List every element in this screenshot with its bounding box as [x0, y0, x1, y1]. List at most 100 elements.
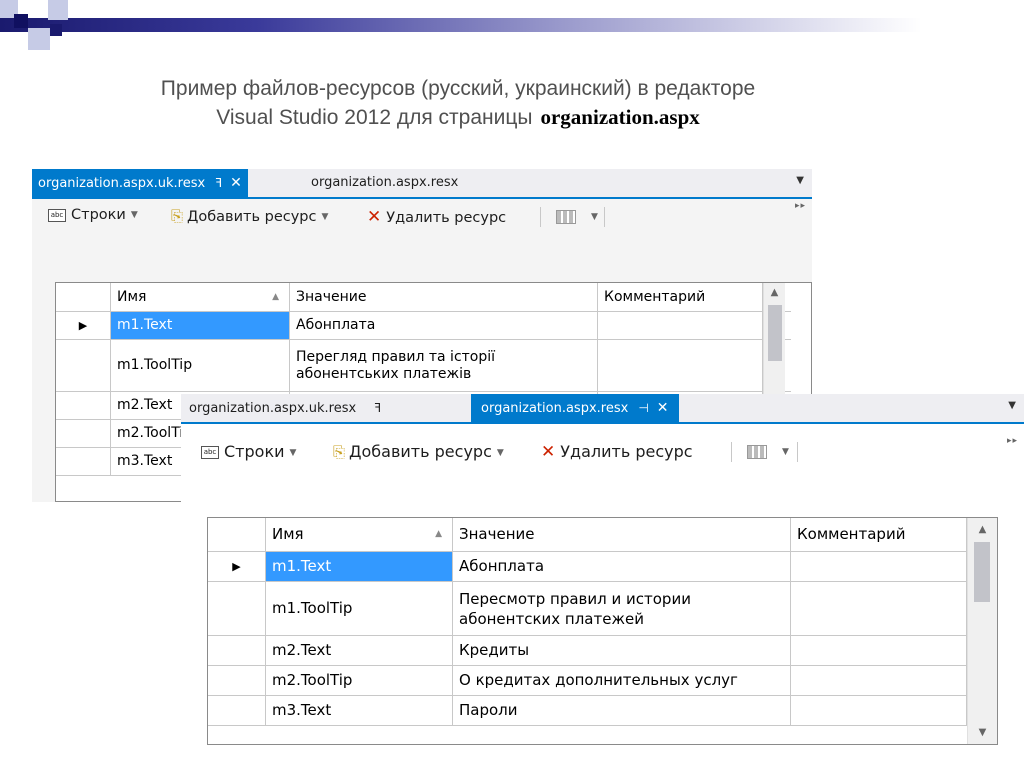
toolbar-overflow-icon[interactable]: ▸▸	[1007, 436, 1018, 446]
scroll-down-icon[interactable]: ▼	[968, 727, 997, 738]
tab-label: organization.aspx.uk.resx	[189, 401, 357, 416]
cell-comment[interactable]	[598, 312, 763, 339]
tab-strip: organization.aspx.uk.resx ꟻ ✕ organization…	[32, 169, 812, 199]
pin-icon[interactable]: ꟻ	[374, 401, 381, 415]
new-resource-icon: ⎘	[333, 443, 346, 461]
tab-label: organization.aspx.resx	[481, 401, 629, 416]
row-marker[interactable]: ▶	[56, 312, 111, 339]
chevron-down-icon[interactable]: ▼	[782, 447, 789, 457]
row-marker[interactable]	[56, 340, 111, 391]
column-header-value[interactable]: Значение	[290, 283, 598, 311]
delete-resource-button[interactable]: ✕ Удалить ресурс	[367, 207, 506, 227]
close-icon[interactable]: ✕	[230, 175, 242, 191]
cell-comment[interactable]	[791, 552, 967, 581]
cell-name[interactable]: m1.ToolTip	[266, 582, 453, 635]
scrollbar-thumb[interactable]	[768, 305, 782, 361]
slide-title: Пример файлов-ресурсов (русский, украинс…	[0, 75, 916, 132]
cell-name[interactable]: m1.Text	[111, 312, 290, 339]
scroll-up-icon[interactable]: ▲	[968, 524, 997, 535]
grid-header-row: Имя ▲ Значение Комментарий	[208, 518, 974, 552]
new-resource-icon: ⎘	[171, 207, 184, 225]
cell-comment[interactable]	[598, 340, 763, 391]
column-header-name[interactable]: Имя ▲	[266, 518, 453, 551]
scrollbar-thumb[interactable]	[974, 542, 990, 602]
table-row[interactable]: m2.Text Кредиты	[208, 636, 974, 666]
strings-dropdown[interactable]: abc Строки ▼	[48, 207, 138, 223]
tab-resx[interactable]: organization.aspx.resx ⊣ ✕	[471, 394, 679, 422]
close-icon[interactable]: ✕	[657, 400, 669, 416]
tab-dropdown-icon[interactable]: ▼	[1008, 400, 1016, 411]
chevron-down-icon[interactable]: ▼	[591, 212, 598, 222]
strings-dropdown[interactable]: abc Строки ▼	[201, 442, 296, 461]
cell-comment[interactable]	[791, 582, 967, 635]
cell-value[interactable]: Перегляд правил та історії абонентських …	[290, 340, 598, 391]
add-resource-button[interactable]: ⎘ Добавить ресурс ▼	[171, 207, 328, 225]
cell-comment[interactable]	[791, 636, 967, 665]
cell-comment[interactable]	[791, 666, 967, 695]
table-row[interactable]: m2.ToolTip О кредитах дополнительных усл…	[208, 666, 974, 696]
column-header-value[interactable]: Значение	[453, 518, 791, 551]
column-header-label: Имя	[272, 525, 304, 543]
grid-view-icon[interactable]	[747, 445, 767, 459]
vertical-scrollbar[interactable]: ▲ ▼	[967, 518, 997, 744]
toolbar-separator	[540, 207, 541, 227]
slide-title-text: Visual Studio 2012 для страницы	[216, 106, 533, 129]
row-marker[interactable]	[208, 696, 266, 725]
add-resource-label: Добавить ресурс	[349, 442, 492, 461]
tab-label: organization.aspx.resx	[311, 175, 459, 190]
table-row[interactable]: m1.ToolTip Перегляд правил та історії аб…	[56, 340, 791, 392]
abc-icon: abc	[201, 446, 219, 459]
row-marker[interactable]	[56, 420, 111, 447]
delete-resource-button[interactable]: ✕ Удалить ресурс	[541, 442, 693, 462]
cell-name[interactable]: m2.Text	[266, 636, 453, 665]
grid-view-icon[interactable]	[556, 210, 576, 224]
cell-value[interactable]: О кредитах дополнительных услуг	[453, 666, 791, 695]
slide-title-filename: organization.aspx	[540, 105, 700, 129]
delete-x-icon: ✕	[541, 442, 556, 462]
scroll-up-icon[interactable]: ▲	[764, 287, 785, 298]
table-row[interactable]: m1.ToolTip Пересмотр правил и истории аб…	[208, 582, 974, 636]
tab-resx[interactable]: organization.aspx.resx	[305, 169, 464, 197]
column-header-name[interactable]: Имя ▲	[111, 283, 290, 311]
cell-name[interactable]: m1.ToolTip	[111, 340, 290, 391]
resource-toolbar: abc Строки ▼ ⎘ Добавить ресурс ▼ ✕ Удалить ре…	[32, 199, 812, 233]
column-header-comment[interactable]: Комментарий	[598, 283, 763, 311]
tab-uk-resx[interactable]: organization.aspx.uk.resx ꟻ ✕	[32, 169, 248, 197]
row-marker[interactable]	[208, 666, 266, 695]
add-resource-button[interactable]: ⎘ Добавить ресурс ▼	[333, 442, 504, 461]
tab-uk-resx[interactable]: organization.aspx.uk.resx ꟻ	[183, 394, 387, 422]
cell-comment[interactable]	[791, 696, 967, 725]
cell-name[interactable]: m2.ToolTip	[266, 666, 453, 695]
cell-name[interactable]: m3.Text	[266, 696, 453, 725]
cell-value[interactable]: Кредиты	[453, 636, 791, 665]
row-marker[interactable]	[208, 636, 266, 665]
cell-value[interactable]: Абонплата	[290, 312, 598, 339]
row-marker[interactable]	[208, 582, 266, 635]
row-marker[interactable]	[56, 392, 111, 419]
row-header-corner	[208, 518, 266, 551]
header-square	[48, 0, 68, 20]
row-marker[interactable]	[56, 448, 111, 475]
table-row[interactable]: ▶ m1.Text Абонплата	[208, 552, 974, 582]
chevron-down-icon: ▼	[289, 447, 297, 458]
pin-icon[interactable]: ꟻ	[215, 176, 222, 190]
delete-resource-label: Удалить ресурс	[386, 210, 507, 226]
column-header-comment[interactable]: Комментарий	[791, 518, 967, 551]
table-row[interactable]: ▶ m1.Text Абонплата	[56, 312, 791, 340]
tab-dropdown-icon[interactable]: ▼	[796, 175, 804, 186]
column-header-label: Значение	[459, 525, 535, 543]
toolbar-separator	[731, 442, 732, 462]
chevron-down-icon: ▼	[496, 447, 504, 458]
cell-name[interactable]: m1.Text	[266, 552, 453, 581]
grid-header-row: Имя ▲ Значение Комментарий	[56, 283, 791, 312]
table-row[interactable]: m3.Text Пароли	[208, 696, 974, 726]
cell-value[interactable]: Абонплата	[453, 552, 791, 581]
cell-value[interactable]: Пересмотр правил и истории абонентских п…	[453, 582, 791, 635]
header-gradient-bar	[0, 18, 1024, 32]
cell-value[interactable]: Пароли	[453, 696, 791, 725]
row-marker[interactable]: ▶	[208, 552, 266, 581]
resource-toolbar: abc Строки ▼ ⎘ Добавить ресурс ▼ ✕ Удалить ре…	[181, 434, 1024, 468]
column-header-label: Имя	[117, 288, 147, 305]
pin-icon[interactable]: ⊣	[638, 401, 648, 415]
toolbar-overflow-icon[interactable]: ▸▸	[795, 201, 806, 211]
